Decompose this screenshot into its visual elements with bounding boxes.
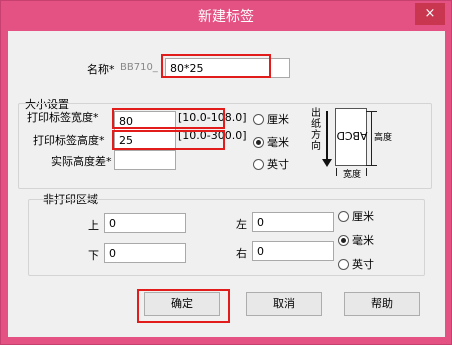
- margin-unit-in-label: 英寸: [352, 258, 374, 271]
- height-input[interactable]: [114, 130, 176, 150]
- margin-unit-cm[interactable]: 厘米: [338, 208, 374, 224]
- label-sample-text: ABCD: [336, 129, 368, 142]
- height-range: [10.0-300.0]: [178, 129, 247, 142]
- height-dimension-line: [371, 111, 372, 166]
- title-bar[interactable]: 新建标签 ×: [1, 1, 451, 29]
- top-margin-input[interactable]: [104, 213, 186, 233]
- size-unit-mm-label: 毫米: [267, 136, 289, 149]
- bottom-margin-input[interactable]: [104, 243, 186, 263]
- dialog-title: 新建标签: [198, 9, 254, 25]
- size-unit-cm[interactable]: 厘米: [253, 111, 289, 127]
- label-sample: ABCD: [335, 108, 368, 166]
- width-dimension-cap-right: [366, 168, 367, 176]
- width-input[interactable]: [114, 111, 176, 131]
- margin-unit-mm[interactable]: 毫米: [338, 232, 374, 248]
- height-dimension-cap-bottom: [366, 165, 377, 166]
- left-margin-input[interactable]: [252, 212, 334, 232]
- ok-button[interactable]: 确定: [144, 292, 220, 316]
- radio-icon: [253, 158, 264, 170]
- margin-unit-mm-label: 毫米: [352, 234, 374, 247]
- width-dimension-cap-left: [336, 168, 337, 176]
- width-label: 打印标签宽度*: [27, 111, 99, 124]
- close-button[interactable]: ×: [415, 3, 445, 25]
- radio-selected-icon: [338, 234, 349, 246]
- height-dimension-cap-top: [366, 111, 377, 112]
- size-unit-in-label: 英寸: [267, 158, 289, 171]
- size-unit-cm-label: 厘米: [267, 113, 289, 126]
- radio-selected-icon: [253, 136, 264, 148]
- actual-height-input[interactable]: [114, 150, 176, 170]
- right-margin-label: 右: [236, 247, 247, 260]
- name-prefix: BB710_: [120, 62, 158, 73]
- dialog-window: 新建标签 × 名称* BB710_ 大小设置 打印标签宽度* [10.0-108…: [0, 0, 452, 345]
- direction-arrow-icon: [322, 159, 332, 167]
- radio-icon: [338, 258, 349, 270]
- bottom-margin-label: 下: [88, 249, 99, 262]
- help-button[interactable]: 帮助: [344, 292, 420, 316]
- diagram-height-label: 高度: [374, 133, 393, 143]
- diagram-width-label: 宽度: [343, 170, 362, 180]
- top-margin-label: 上: [88, 219, 99, 232]
- left-margin-label: 左: [236, 218, 247, 231]
- size-unit-in[interactable]: 英寸: [253, 156, 289, 172]
- radio-icon: [338, 210, 349, 222]
- width-range: [10.0-108.0]: [178, 111, 247, 124]
- radio-icon: [253, 113, 264, 125]
- paper-direction-label: 出纸方向: [311, 108, 321, 152]
- cancel-button[interactable]: 取消: [246, 292, 322, 316]
- name-input[interactable]: [165, 58, 290, 78]
- margin-unit-cm-label: 厘米: [352, 210, 374, 223]
- dialog-body: 名称* BB710_ 大小设置 打印标签宽度* [10.0-108.0] 打印标…: [8, 31, 445, 337]
- right-margin-input[interactable]: [252, 241, 334, 261]
- name-label: 名称*: [87, 63, 115, 76]
- size-unit-mm[interactable]: 毫米: [253, 134, 289, 150]
- margin-unit-in[interactable]: 英寸: [338, 256, 374, 272]
- height-label: 打印标签高度*: [33, 134, 105, 147]
- actual-height-label: 实际高度差*: [51, 155, 112, 168]
